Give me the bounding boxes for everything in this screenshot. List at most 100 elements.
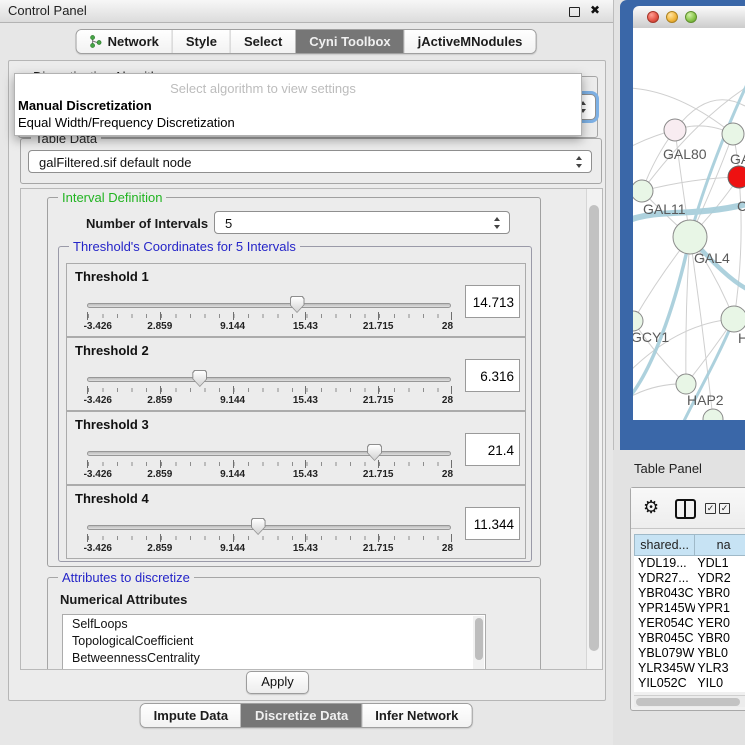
major-tick xyxy=(87,534,88,542)
table-panel-title: Table Panel xyxy=(634,461,702,476)
node-gal80 xyxy=(664,119,686,141)
table-hscrollbar[interactable] xyxy=(634,695,745,707)
major-tick xyxy=(160,312,161,320)
table-cell: YDL1 xyxy=(695,556,745,571)
major-tick xyxy=(87,386,88,394)
table-row[interactable]: YER054CYER0 xyxy=(634,616,745,631)
node-gcy1 xyxy=(633,311,643,331)
tick-label: -3.426 xyxy=(84,395,112,406)
slider-handle[interactable] xyxy=(251,518,266,535)
tick-label: 2.859 xyxy=(147,543,172,554)
scrollbar-thumb[interactable] xyxy=(589,205,599,651)
column-header-name[interactable]: na xyxy=(695,534,745,556)
slider-handle[interactable] xyxy=(290,296,305,313)
tick-label: 21.715 xyxy=(363,469,394,480)
table-panel: ⚙ ✓ ✓ shared... na YDL19...YDL1YDR27...Y… xyxy=(630,487,745,711)
node-label-clipped-gal: GA xyxy=(730,151,745,167)
table-row[interactable]: YBR043CYBR0 xyxy=(634,586,745,601)
slider-track[interactable] xyxy=(87,451,451,456)
table-cell: YLR3 xyxy=(695,661,745,676)
threshold-label: Threshold 1 xyxy=(75,269,149,284)
control-panel-tab-bar: Network Style Select Cyni Toolbox jActiv… xyxy=(76,29,537,54)
gear-icon[interactable]: ⚙ xyxy=(643,497,659,517)
tick-label: 2.859 xyxy=(147,395,172,406)
settings-scrollbar[interactable] xyxy=(586,189,602,669)
table-row[interactable]: YBL079WYBL0 xyxy=(634,646,745,661)
threshold-value-field[interactable]: 11.344 xyxy=(465,507,520,540)
zoom-traffic-light[interactable] xyxy=(685,11,697,23)
node-label-clipped-h: H xyxy=(738,330,745,346)
attribute-item[interactable]: SelfLoops xyxy=(63,615,485,632)
tab-select[interactable]: Select xyxy=(230,30,295,53)
threshold-value-field[interactable]: 21.4 xyxy=(465,433,520,466)
slider-track[interactable] xyxy=(87,377,451,382)
number-of-intervals-combobox[interactable]: 5 xyxy=(214,211,510,234)
tab-impute-data[interactable]: Impute Data xyxy=(141,704,241,727)
tick-label: 21.715 xyxy=(363,321,394,332)
table-row[interactable]: YIL052CYIL0 xyxy=(634,676,745,691)
threshold-value-field[interactable]: 14.713 xyxy=(465,285,520,318)
checkbox-icon[interactable]: ✓ xyxy=(705,503,716,514)
table-row[interactable]: YDR27...YDR2 xyxy=(634,571,745,586)
apply-button[interactable]: Apply xyxy=(246,671,309,694)
major-tick xyxy=(160,460,161,468)
table-header-row: shared... na xyxy=(634,534,745,556)
dropdown-item-equal-width-frequency[interactable]: Equal Width/Frequency Discretization xyxy=(18,115,235,130)
network-view-window: GAL80 GA GAL11 C GAL4 GCY1 H HAP2 xyxy=(620,0,745,450)
tab-label: Discretize Data xyxy=(255,708,348,723)
tab-style[interactable]: Style xyxy=(172,30,230,53)
dropdown-item-manual-discretization[interactable]: Manual Discretization xyxy=(18,98,152,113)
table-row[interactable]: YBR045CYBR0 xyxy=(634,631,745,646)
tick-label: 2.859 xyxy=(147,321,172,332)
slider-handle[interactable] xyxy=(367,444,382,461)
number-of-intervals-label: Number of Intervals xyxy=(86,216,208,231)
scrollbar-thumb[interactable] xyxy=(475,618,483,660)
close-traffic-light[interactable] xyxy=(647,11,659,23)
checkbox-icon[interactable]: ✓ xyxy=(719,503,730,514)
column-header-shared[interactable]: shared... xyxy=(634,534,695,556)
attribute-item[interactable]: BetweennessCentrality xyxy=(63,649,485,666)
minimize-traffic-light[interactable] xyxy=(666,11,678,23)
major-tick xyxy=(378,312,379,320)
table-row[interactable]: YPR145WYPR1 xyxy=(634,601,745,616)
table-cell: YPR145W xyxy=(634,601,695,616)
numerical-attributes-label: Numerical Attributes xyxy=(60,592,187,607)
node-label-gcy1: GCY1 xyxy=(633,329,669,345)
dropdown-hint: Select algorithm to view settings xyxy=(15,81,581,96)
tab-infer-network[interactable]: Infer Network xyxy=(361,704,471,727)
tab-label: jActiveMNodules xyxy=(418,34,523,49)
split-table-icon[interactable] xyxy=(675,499,696,519)
slider-track[interactable] xyxy=(87,303,451,308)
scrollbar-thumb[interactable] xyxy=(636,698,740,706)
tick-label: 28 xyxy=(442,469,453,480)
numerical-attributes-list[interactable]: SelfLoopsTopologicalCoefficientBetweenne… xyxy=(62,614,486,670)
node-gal4 xyxy=(673,220,707,254)
number-of-intervals-value: 5 xyxy=(225,216,232,231)
tab-cyni-toolbox[interactable]: Cyni Toolbox xyxy=(295,30,403,53)
tick-label: 28 xyxy=(442,395,453,406)
table-row[interactable]: YDL19...YDL1 xyxy=(634,556,745,571)
node-top-right xyxy=(722,123,744,145)
list-scrollbar[interactable] xyxy=(473,616,484,670)
network-canvas[interactable]: GAL80 GA GAL11 C GAL4 GCY1 H HAP2 xyxy=(633,28,745,420)
tab-jactivemnodules[interactable]: jActiveMNodules xyxy=(404,30,536,53)
slider-tick-labels: -3.4262.8599.14415.4321.71528 xyxy=(87,395,451,407)
tick-label: 15.43 xyxy=(293,395,318,406)
slider-handle[interactable] xyxy=(192,370,207,387)
tab-label: Style xyxy=(186,34,217,49)
close-icon[interactable]: ✖ xyxy=(590,3,600,18)
slider-track[interactable] xyxy=(87,525,451,530)
tick-label: 21.715 xyxy=(363,543,394,554)
float-window-icon[interactable] xyxy=(569,7,580,17)
table-data-combobox[interactable]: galFiltered.sif default node xyxy=(28,150,592,173)
threshold-value-field[interactable]: 6.316 xyxy=(465,359,520,392)
attribute-item[interactable]: TopologicalCoefficient xyxy=(63,632,485,649)
major-tick xyxy=(305,460,306,468)
slider-minor-ticks xyxy=(88,388,452,392)
tab-discretize-data[interactable]: Discretize Data xyxy=(241,704,361,727)
table-cell: YLR345W xyxy=(634,661,695,676)
table-row[interactable]: YLR345WYLR3 xyxy=(634,661,745,676)
major-tick xyxy=(305,312,306,320)
slider-minor-ticks xyxy=(88,314,452,318)
tab-network[interactable]: Network xyxy=(77,30,172,53)
